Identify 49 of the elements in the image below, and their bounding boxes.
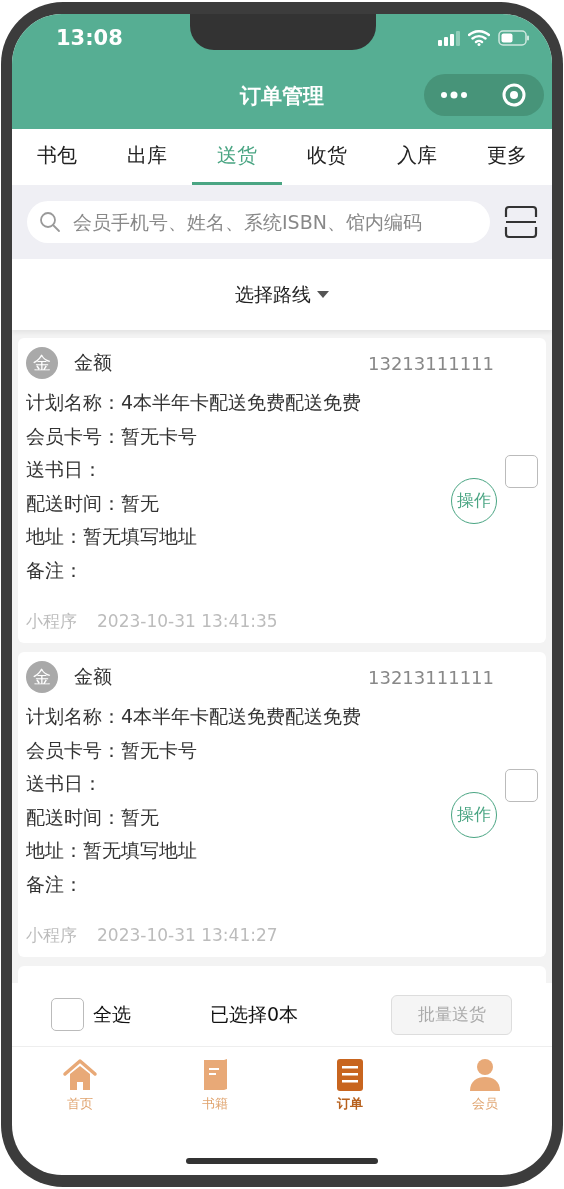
route-dropdown[interactable]: 选择路线 (235, 281, 329, 308)
order-detail: 备注： (26, 871, 84, 897)
order-detail: 会员卡号：暂无卡号 (26, 423, 198, 449)
page-title: 订单管理 (240, 82, 324, 110)
order-source: 小程序 (26, 609, 77, 633)
search-icon (39, 211, 61, 233)
battery-icon (498, 30, 530, 46)
order-time: 2023-10-31 13:41:27 (97, 925, 278, 945)
member-name: 金额 (74, 350, 112, 375)
home-icon (61, 1057, 98, 1093)
tab[interactable]: 收货 (282, 129, 372, 185)
order-detail: 地址：暂无填写地址 (26, 838, 198, 863)
checkbox[interactable] (505, 769, 538, 802)
select-all-checkbox[interactable] (51, 998, 84, 1031)
order-detail: 计划名称：4本半年卡配送免费配送免费 (26, 390, 363, 415)
tab[interactable]: 更多 (462, 129, 552, 185)
order-detail: 地址：暂无填写地址 (26, 524, 198, 549)
order-source: 小程序 (26, 923, 77, 947)
signal-icon (438, 30, 460, 46)
order-detail: 配送时间：暂无 (26, 490, 160, 516)
wifi-icon (468, 30, 490, 46)
order-detail: 配送时间：暂无 (26, 804, 160, 830)
order-detail: 计划名称：4本半年卡配送免费配送免费 (26, 704, 363, 729)
member-phone: 13213111111 (368, 352, 494, 374)
select-all-label: 全选 (93, 1001, 131, 1027)
search-field[interactable]: 会员手机号、姓名、系统ISBN、馆内编码 (27, 201, 490, 243)
tab[interactable]: 入库 (372, 129, 462, 185)
tab-bar-label[interactable]: 会员 (471, 1095, 498, 1113)
action-button[interactable]: 操作 (451, 477, 497, 524)
tab-bar-label[interactable]: 书籍 (201, 1095, 228, 1113)
order-detail: 送书日： (26, 457, 103, 482)
scan-icon[interactable] (504, 205, 538, 239)
order-time: 2023-10-31 13:41:35 (97, 611, 278, 631)
member-name: 金额 (74, 664, 112, 689)
checkbox[interactable] (505, 455, 538, 488)
caret-icon (317, 291, 329, 298)
tab[interactable]: 书包 (12, 129, 102, 185)
avatar: 金 (26, 661, 58, 693)
order-detail: 备注： (26, 557, 84, 583)
selected-count: 已选择0本 (210, 1001, 299, 1027)
status-time: 13:08 (56, 26, 123, 50)
action-button[interactable]: 操作 (451, 791, 497, 838)
avatar: 金 (26, 347, 58, 379)
member-phone: 13213111111 (368, 666, 494, 688)
order-detail: 会员卡号：暂无卡号 (26, 737, 198, 763)
tab-bar-label[interactable]: 首页 (66, 1095, 93, 1113)
order-detail: 送书日： (26, 771, 103, 796)
tab-bar-label[interactable]: 订单 (336, 1095, 363, 1113)
tab[interactable]: 出库 (102, 129, 192, 185)
